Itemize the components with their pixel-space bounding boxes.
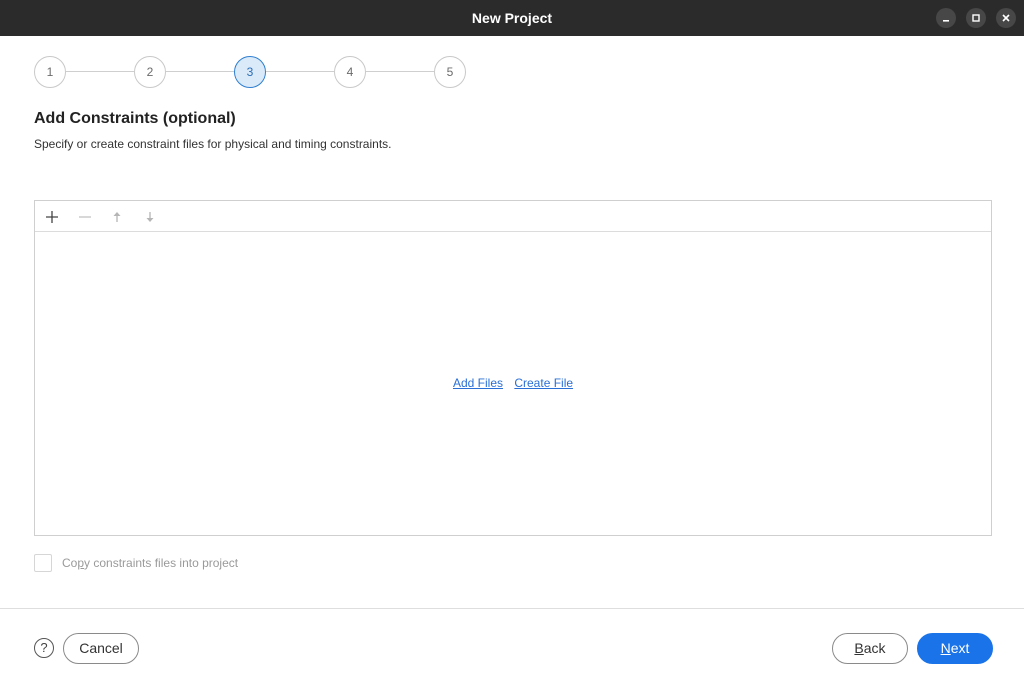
minimize-icon — [943, 20, 949, 22]
add-button[interactable] — [42, 207, 62, 227]
create-file-link[interactable]: Create File — [514, 376, 573, 390]
step-3: 3 — [234, 56, 266, 88]
close-button[interactable] — [996, 8, 1016, 28]
minimize-button[interactable] — [936, 8, 956, 28]
constraint-files-panel: Add Files Create File — [34, 200, 992, 536]
plus-icon — [46, 211, 58, 223]
copy-constraints-label: Copy constraints files into project — [62, 556, 239, 570]
move-down-button[interactable] — [140, 207, 160, 227]
step-5: 5 — [434, 56, 466, 88]
step-connector — [166, 71, 234, 72]
step-2: 2 — [134, 56, 166, 88]
window-title: New Project — [471, 10, 553, 26]
add-files-link[interactable]: Add Files — [453, 376, 503, 390]
step-connector — [266, 71, 334, 72]
footer-divider — [0, 608, 1024, 609]
step-1: 1 — [34, 56, 66, 88]
maximize-button[interactable] — [966, 8, 986, 28]
panel-empty-links: Add Files Create File — [35, 376, 991, 390]
maximize-icon — [972, 14, 980, 22]
new-project-dialog: New Project 1 2 3 4 5 Add Constraints (o… — [0, 0, 1024, 686]
close-icon — [1002, 14, 1010, 22]
next-button[interactable]: Next — [917, 633, 993, 664]
minus-icon — [79, 216, 91, 218]
back-button[interactable]: Back — [832, 633, 908, 664]
step-connector — [66, 71, 134, 72]
panel-toolbar — [35, 201, 991, 232]
arrow-down-icon — [146, 212, 154, 222]
step-4: 4 — [334, 56, 366, 88]
title-bar: New Project — [0, 0, 1024, 36]
remove-button[interactable] — [75, 207, 95, 227]
step-connector — [366, 71, 434, 72]
page-description: Specify or create constraint files for p… — [34, 137, 392, 151]
page-title: Add Constraints (optional) — [34, 110, 236, 127]
step-indicator: 1 2 3 4 5 — [34, 56, 468, 88]
help-button[interactable]: ? — [34, 638, 54, 658]
move-up-button[interactable] — [107, 207, 127, 227]
cancel-button[interactable]: Cancel — [63, 633, 139, 664]
arrow-up-icon — [113, 212, 121, 222]
copy-constraints-checkbox[interactable] — [34, 554, 52, 572]
